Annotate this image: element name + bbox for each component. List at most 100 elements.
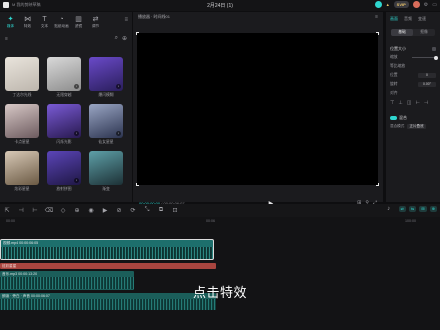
effect-item[interactable]: ↓ 爆闪模糊 [89,57,123,98]
tab-media[interactable]: ✦ 媒体 [2,12,19,33]
effect-item[interactable]: ↓ 无限穿越 [47,57,81,98]
download-icon[interactable]: ↓ [74,178,79,183]
tab-label: 调节 [91,24,100,28]
effects-icon: ⋈ [24,16,31,23]
split-left-icon[interactable]: ⊣ [14,207,28,214]
crop-icon[interactable]: ⤡ [140,207,154,214]
effect-item[interactable]: ↓ 闪烁光影 [47,104,81,145]
freeze-icon[interactable]: ⊕ [70,207,84,214]
timeline-option-button[interactable]: ⇋ [408,206,417,212]
timeline-option-button[interactable]: ⊕ [429,206,437,212]
copy-icon[interactable]: ⧉ [154,207,168,214]
title-bar: M 我的剪映草稿 2月24日 (1) ▲ SVIP ⚙ ▭ [0,0,440,11]
delete-icon[interactable]: ⌫ [42,207,56,214]
timeline-option-button[interactable]: ⇌ [398,206,406,212]
add-icon[interactable]: ⊕ [122,35,127,42]
segment-matting[interactable]: 抠像 [413,29,435,36]
canvas-handle[interactable] [136,183,139,186]
canvas-handle[interactable] [376,183,379,186]
tab-picture[interactable]: 画面 [390,16,398,23]
effect-item[interactable]: ↓ 放射拼图 [47,151,81,192]
marker-icon[interactable]: ◇ [56,207,70,214]
mix-mode-select[interactable]: 正片叠底 [407,123,426,129]
align-bottom-icon[interactable]: ⊥ [398,100,402,106]
canvas-handle[interactable] [376,32,379,35]
frame-icon[interactable]: ⊡ [168,207,182,214]
align-center-icon[interactable]: ◫ [407,100,412,106]
record-icon[interactable]: ◉ [84,207,98,214]
sparkle-icon: ✦ [7,16,14,23]
scale-label: 缩放 [390,55,398,59]
download-icon[interactable]: ↓ [116,84,121,89]
download-icon[interactable]: ↓ [74,84,79,89]
rotate-input[interactable]: 0.00° [418,82,436,87]
more-icon[interactable]: ≡ [124,17,128,23]
time-ruler[interactable]: 00:00 00:06 100:00 [0,217,440,225]
scale-slider[interactable] [412,55,438,60]
align-left-icon[interactable]: ⊢ [415,100,419,106]
effect-clip[interactable]: 炫彩星星 [0,263,216,269]
effect-item[interactable]: ↓ 仙女星星 [89,104,123,145]
effect-thumbnail[interactable]: ↓ [89,104,123,138]
tab-adjust[interactable]: ⇄ 调节 [87,12,104,33]
effect-thumbnail[interactable]: ↓ [47,151,81,185]
timeline: 00:00 00:06 100:00 视频.mp4 00:00:06:05 炫彩… [0,217,440,330]
align-buttons: ⊤ ⊥ ◫ ⊢ ⊣ [386,98,440,107]
effect-item[interactable]: 卡点星星 [5,104,39,145]
slider-handle[interactable] [434,55,438,60]
mix-toggle[interactable] [390,115,397,120]
notification-icon[interactable] [374,1,382,8]
effect-item[interactable]: 炫彩星星 [5,151,39,192]
effect-thumbnail[interactable] [89,151,123,185]
clip-label: 音乐.mp3 00:00:13:20 [2,272,38,276]
vip-button[interactable]: SVIP [393,1,409,8]
tab-effects[interactable]: ⋈ 特效 [19,12,36,33]
list-icon[interactable]: ≡ [5,36,8,42]
play-icon[interactable]: ▶ [98,207,112,214]
effect-thumbnail[interactable] [5,57,39,91]
tab-filters[interactable]: ▥ 滤镜 [70,12,87,33]
preview-canvas[interactable] [136,32,379,186]
select-icon[interactable]: ⇱ [0,207,14,214]
download-icon[interactable]: ↓ [116,131,121,136]
tab-text[interactable]: T 文本 [36,12,53,33]
menu-icon[interactable]: ≡ [375,14,378,20]
reverse-icon[interactable]: ⟳ [126,207,140,214]
player-header: 播放器 · 时间线01 ≡ [133,12,383,22]
media-subbar: ≡ ⌕ ⊕ [0,33,132,44]
split-right-icon[interactable]: ⊢ [28,207,42,214]
tab-audio[interactable]: 音频 [404,16,412,23]
effect-thumbnail[interactable]: ↓ [47,57,81,91]
timeline-option-button[interactable]: ⊞ [419,206,427,212]
gear-icon[interactable]: ⚙ [424,2,428,8]
collapse-icon[interactable] [432,46,436,51]
align-right-icon[interactable]: ⊣ [424,100,428,106]
mute-icon[interactable]: ⊘ [112,207,126,214]
segment-basic[interactable]: 基础 [391,29,413,36]
effect-item[interactable]: 渐变 [89,151,123,192]
effect-caption: 炫彩星星 [14,187,30,191]
microphone-icon[interactable]: ♪ [382,206,396,212]
align-label: 对齐 [390,91,398,95]
tab-stickers[interactable]: ◔ 贴纸动画 [53,12,70,33]
tab-label: 文本 [40,24,49,28]
align-top-icon[interactable]: ⊤ [390,100,394,106]
layout-icon[interactable]: ▭ [432,2,437,8]
effect-thumbnail[interactable]: ↓ [47,104,81,138]
effect-caption: 闪烁光影 [56,140,72,144]
canvas-handle[interactable] [136,32,139,35]
effect-thumbnail[interactable]: ↓ [89,57,123,91]
download-icon[interactable]: ↓ [74,131,79,136]
section-title: 位置大小 [390,45,406,51]
section-mix: 混合 [386,113,440,122]
avatar[interactable] [412,1,420,8]
search-icon[interactable]: ⌕ [115,35,118,42]
effect-item[interactable]: 丁达尔光线 [5,57,39,98]
effect-thumbnail[interactable] [5,104,39,138]
timeline-toolbar: ⇱ ⊣ ⊢ ⌫ ◇ ⊕ ◉ ▶ ⊘ ⟳ ⤡ ⧉ ⊡ ♪ ⇌ ⇋ ⊞ ⊕ [0,204,440,217]
position-x-input[interactable]: 0 [418,73,436,78]
tab-label: 媒体 [6,24,15,28]
effect-thumbnail[interactable] [5,151,39,185]
video-clip[interactable]: 视频.mp4 00:00:06:05 [0,239,214,260]
tab-speed[interactable]: 变速 [418,16,426,23]
